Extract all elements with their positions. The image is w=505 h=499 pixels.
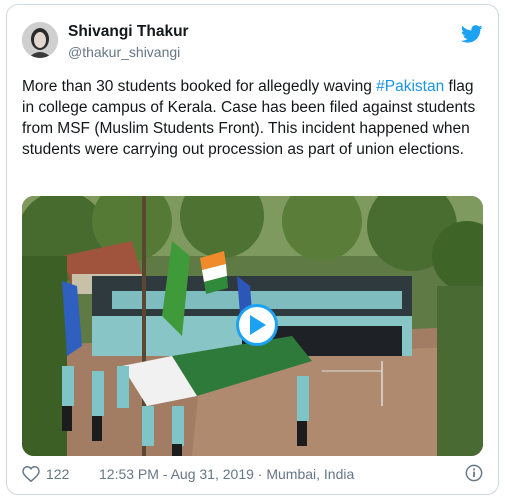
play-button[interactable]: [236, 304, 278, 346]
author-handle[interactable]: @thakur_shivangi: [68, 44, 180, 60]
info-icon[interactable]: [465, 464, 483, 482]
heart-icon[interactable]: [22, 466, 40, 482]
tweet-timestamp[interactable]: 12:53 PM - Aug 31, 2019 · Mumbai, India: [99, 466, 354, 482]
hashtag-link[interactable]: #Pakistan: [376, 78, 444, 95]
author-name[interactable]: Shivangi Thakur: [68, 23, 189, 41]
tweet-text-before: More than 30 students booked for alleged…: [22, 78, 377, 95]
avatar-image: [22, 22, 58, 58]
like-count[interactable]: 122: [46, 466, 69, 482]
twitter-bird-icon[interactable]: [461, 25, 483, 43]
play-icon: [250, 315, 266, 335]
tweet-footer: 122 12:53 PM - Aug 31, 2019 · Mumbai, In…: [22, 464, 483, 486]
tweet-text: More than 30 students booked for alleged…: [22, 76, 487, 160]
video-media[interactable]: [22, 196, 483, 456]
tweet-card[interactable]: Shivangi Thakur @thakur_shivangi More th…: [6, 4, 499, 495]
avatar[interactable]: [22, 22, 58, 58]
